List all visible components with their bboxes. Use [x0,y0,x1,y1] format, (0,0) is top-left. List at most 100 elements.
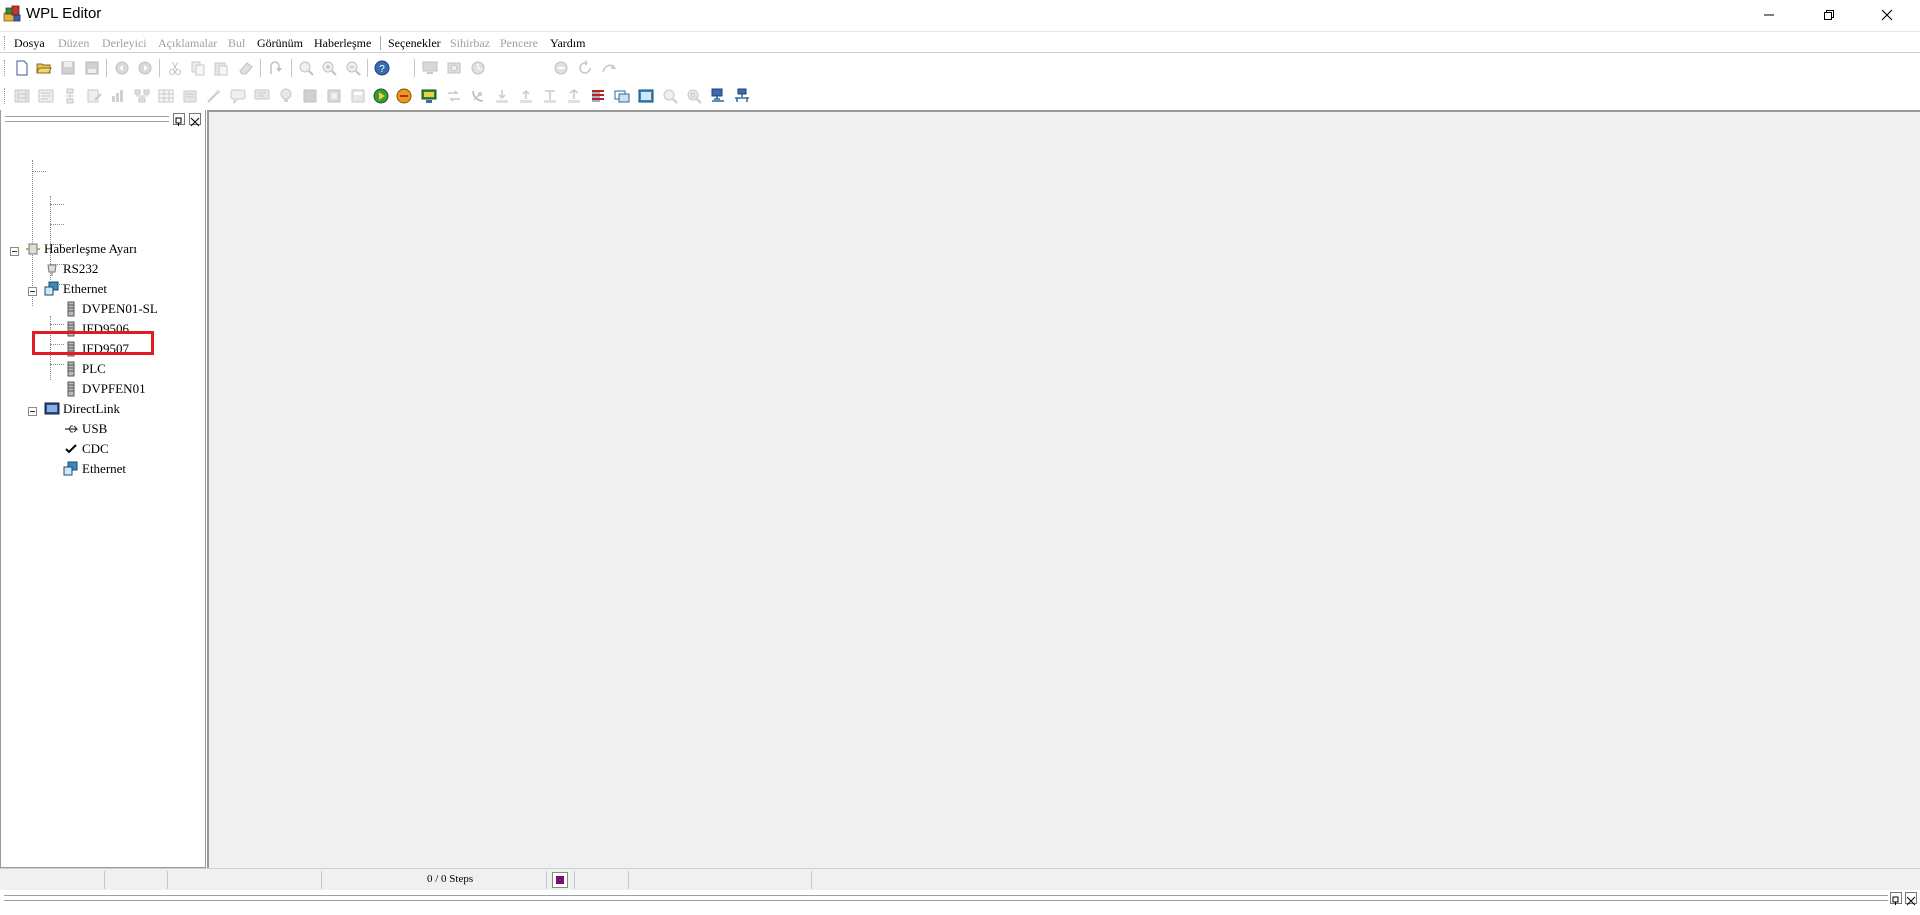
tree-node-directlink-ethernet[interactable]: Ethernet [63,460,126,478]
transfer-icon[interactable] [446,88,462,104]
menu-secenekler[interactable]: Seçenekler [388,36,441,51]
redo-icon[interactable] [137,60,153,76]
instruction-view-icon[interactable] [38,88,54,104]
device-monitor-icon[interactable] [446,60,462,76]
save-as-icon[interactable] [84,60,100,76]
menu-sihirbaz[interactable]: Sihirbaz [450,36,490,51]
minus-circle-icon[interactable] [553,60,569,76]
directlink-collapse-toggle[interactable] [28,407,37,416]
step-run-icon[interactable] [601,60,617,76]
sfc-view-icon[interactable] [62,88,78,104]
root-collapse-toggle[interactable] [10,247,19,256]
tree-node-usb[interactable]: USB [63,420,107,438]
menu-gorunum[interactable]: Görünüm [257,36,303,51]
menu-separator [380,36,381,50]
tree-node-plc[interactable]: PLC [63,360,106,378]
network-diagram-icon[interactable] [134,88,150,104]
standard-toolbar: ? 1 [0,56,1920,134]
code-up-icon[interactable] [518,88,534,104]
menu-yardim[interactable]: Yardım [550,36,585,51]
bar-chart-icon[interactable] [110,88,126,104]
pane-grip[interactable] [5,116,169,122]
menu-duzen[interactable]: Düzen [58,36,89,51]
network-setting-icon[interactable] [734,88,750,104]
network-computer-icon[interactable] [710,88,726,104]
menu-bul[interactable]: Bul [228,36,245,51]
tree-node-dvpen01-sl[interactable]: DVPEN01-SL [63,300,158,318]
ladder-view-icon[interactable] [14,88,30,104]
close-icon [1881,9,1893,21]
open-folder-icon[interactable] [36,60,52,76]
image-view-icon[interactable] [638,88,654,104]
refresh-icon[interactable] [577,60,593,76]
code-verify-icon[interactable] [566,88,582,104]
tree-label-dvpfen01: DVPFEN01 [82,381,146,396]
ethernet-collapse-toggle[interactable] [28,287,37,296]
menu-bar: Dosya Düzen Derleyici Açıklamalar Bul Gö… [0,31,1920,53]
run-icon[interactable] [373,88,389,104]
window-list-icon[interactable] [614,88,630,104]
bottom-pane-pin-button[interactable] [1890,892,1902,905]
device-list-icon[interactable] [182,88,198,104]
table-icon[interactable] [158,88,174,104]
minimize-button[interactable] [1740,0,1798,30]
tree-label-directlink: DirectLink [63,401,121,416]
tree-node-directlink[interactable]: DirectLink [44,400,120,418]
ethernet-icon [44,281,59,296]
tree-node-dvpfen01[interactable]: DVPFEN01 [63,380,146,398]
bottom-pane-close-button[interactable] [1905,892,1917,906]
tree-label-directlink-ethernet: Ethernet [82,461,127,476]
save-icon[interactable] [60,60,76,76]
tree-node-root[interactable]: Haberleşme Ayarı [25,240,137,258]
code-down-icon[interactable] [494,88,510,104]
satellite-icon[interactable] [470,88,486,104]
pin-icon [1892,896,1899,905]
tree-label-dvpen01-sl: DVPEN01-SL [82,301,158,316]
zoom-in-icon[interactable] [321,60,337,76]
main-workspace[interactable] [207,110,1920,868]
memory-icon[interactable] [326,88,342,104]
bulb-icon[interactable] [278,88,294,104]
menu-haberlesme[interactable]: Haberleşme [314,36,371,51]
comment-icon[interactable] [230,88,246,104]
copy-icon[interactable] [190,60,206,76]
pane-close-button[interactable] [189,113,201,127]
menu-pencere[interactable]: Pencere [500,36,538,51]
list-red-icon[interactable] [590,88,606,104]
menu-derleyici[interactable]: Derleyici [102,36,147,51]
close-button[interactable] [1858,0,1916,30]
menu-aciklamalar[interactable]: Açıklamalar [158,36,217,51]
paste-icon[interactable] [213,60,229,76]
cut-icon[interactable] [167,60,183,76]
wpl-app-icon [3,5,21,22]
stop-monitor-icon[interactable] [470,60,486,76]
tree-node-cdc[interactable]: CDC [63,440,109,458]
document-edit-icon[interactable] [86,88,102,104]
monitor-icon[interactable] [422,60,438,76]
tree-node-ethernet[interactable]: Ethernet [44,280,107,298]
restore-button[interactable] [1800,0,1858,30]
code-compare-icon[interactable] [542,88,558,104]
zoom-out-icon[interactable] [345,60,361,76]
tree-label-usb: USB [82,421,108,436]
wizard-icon[interactable] [206,88,222,104]
new-file-icon[interactable] [14,60,30,76]
bottom-pane-grip[interactable] [4,895,1888,901]
register-icon[interactable] [302,88,318,104]
zoom-icon[interactable] [298,60,314,76]
status-separator [167,871,168,889]
undo-icon[interactable] [114,60,130,76]
tree-node-rs232[interactable]: RS232 [44,260,98,278]
pane-pin-button[interactable] [173,113,185,126]
eraser-icon[interactable] [238,60,254,76]
search-icon[interactable] [662,88,678,104]
help-icon[interactable]: ? [374,60,390,76]
jump-icon[interactable] [268,60,284,76]
communication-setting-icon[interactable] [421,88,437,104]
menu-grip [4,36,6,50]
note-icon[interactable] [254,88,270,104]
search-device-icon[interactable]: D [686,88,702,104]
menu-dosya[interactable]: Dosya [14,36,45,51]
stop-icon[interactable] [396,88,412,104]
page-icon[interactable] [350,88,366,104]
